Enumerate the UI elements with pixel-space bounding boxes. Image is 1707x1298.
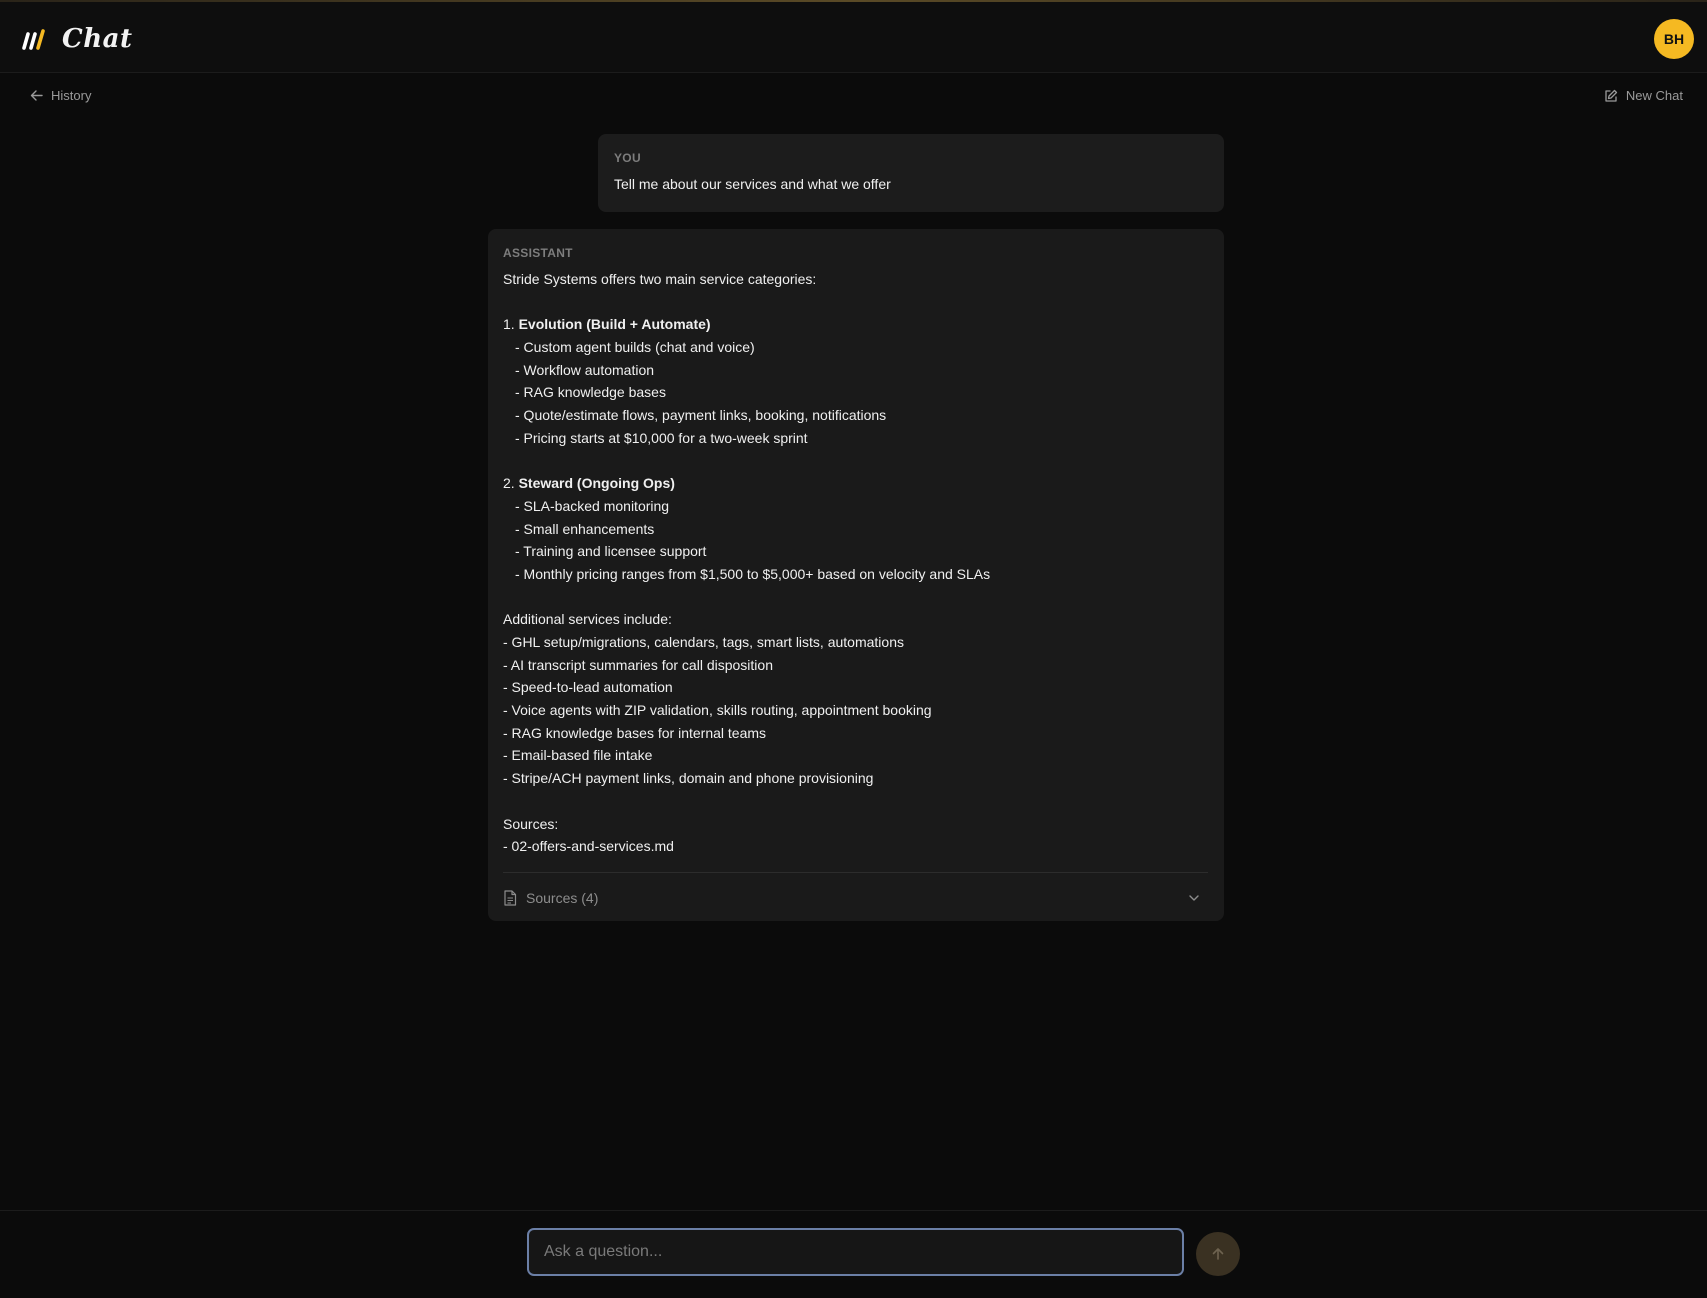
sources-toggle-label: Sources (4) — [526, 890, 599, 906]
list-item: - Pricing starts at $10,000 for a two-we… — [515, 429, 808, 446]
app-title: Chat — [62, 24, 133, 54]
sources-heading: Sources: — [503, 815, 559, 832]
list-item: - Voice agents with ZIP validation, skil… — [503, 702, 932, 719]
list-item: - RAG knowledge bases — [515, 384, 666, 401]
additional-heading: Additional services include: — [503, 611, 672, 628]
list-item: - AI transcript summaries for call dispo… — [503, 656, 773, 673]
user-role-label: YOU — [614, 151, 641, 165]
assistant-message-body: Stride Systems offers two main service c… — [503, 268, 1208, 858]
assistant-role-label: ASSISTANT — [503, 246, 573, 260]
list-item: - RAG knowledge bases for internal teams — [503, 724, 767, 741]
list-item: - Training and licensee support — [515, 543, 707, 560]
new-chat-button[interactable]: New Chat — [1604, 88, 1683, 103]
user-avatar[interactable]: BH — [1654, 19, 1694, 59]
new-chat-label: New Chat — [1625, 88, 1683, 103]
list-item: - Monthly pricing ranges from $1,500 to … — [515, 565, 991, 582]
arrow-left-icon — [30, 89, 43, 102]
chat-toolbar: History New Chat — [0, 76, 1707, 116]
list-item: - Workflow automation — [515, 361, 655, 378]
user-message: YOU Tell me about our services and what … — [598, 134, 1224, 212]
list-item: - Custom agent builds (chat and voice) — [515, 339, 755, 356]
chevron-down-icon — [1188, 892, 1200, 904]
section-heading: 1. Evolution (Build + Automate) — [503, 316, 711, 333]
user-message-text: Tell me about our services and what we o… — [614, 176, 891, 192]
composer-bar — [0, 1210, 1707, 1298]
section-heading: 2. Steward (Ongoing Ops) — [503, 475, 675, 492]
history-label: History — [51, 88, 92, 103]
list-item: - SLA-backed monitoring — [515, 497, 670, 514]
app-logo[interactable]: Chat — [20, 24, 132, 54]
sources-divider — [503, 872, 1208, 873]
edit-icon — [1604, 89, 1618, 103]
question-input[interactable] — [527, 1228, 1184, 1276]
assistant-intro: Stride Systems offers two main service c… — [503, 271, 817, 287]
sources-toggle[interactable]: Sources (4) — [503, 885, 1208, 911]
list-item: - Stripe/ACH payment links, domain and p… — [503, 770, 874, 787]
list-item: - Speed-to-lead automation — [503, 679, 673, 696]
brand-slashes-icon — [20, 28, 48, 50]
list-item: - Quote/estimate flows, payment links, b… — [515, 407, 887, 424]
list-item: - Email-based file intake — [503, 747, 653, 764]
send-button[interactable] — [1196, 1232, 1240, 1276]
list-item: - Small enhancements — [515, 520, 655, 537]
arrow-up-icon — [1210, 1246, 1226, 1262]
history-button[interactable]: History — [30, 88, 91, 103]
app-header: Chat BH — [0, 2, 1707, 73]
source-item: - 02-offers-and-services.md — [503, 838, 674, 855]
list-item: - GHL setup/migrations, calendars, tags,… — [503, 634, 904, 650]
document-icon — [503, 890, 517, 906]
assistant-message: ASSISTANT Stride Systems offers two main… — [488, 229, 1224, 921]
